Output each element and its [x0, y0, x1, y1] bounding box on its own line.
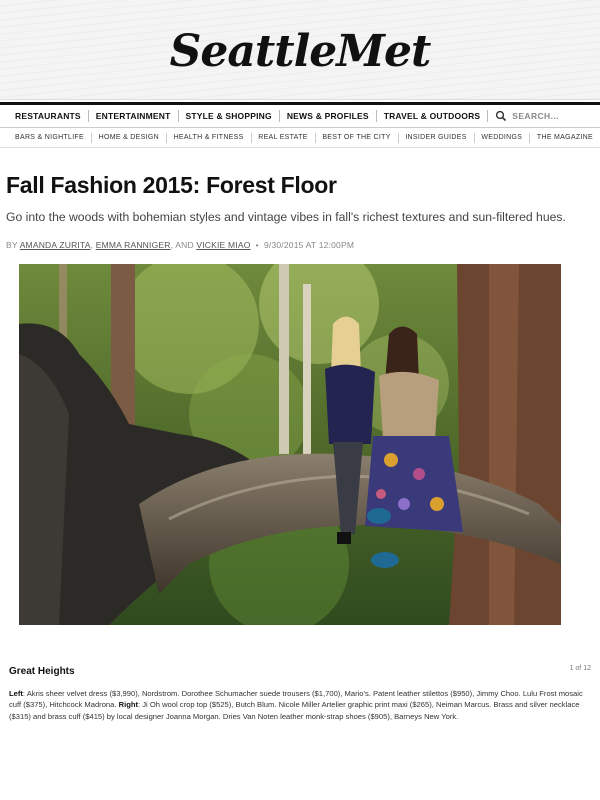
nav-item-entertainment[interactable]: ENTERTAINMENT [89, 105, 178, 127]
forest-scene-image [19, 264, 561, 625]
search-box [494, 109, 593, 123]
author-separator: , [90, 240, 94, 250]
primary-nav: RESTAURANTS ENTERTAINMENT STYLE & SHOPPI… [0, 102, 600, 128]
search-input[interactable] [512, 111, 593, 121]
nav-item-news-profiles[interactable]: NEWS & PROFILES [280, 105, 376, 127]
masthead: SeattleMet [0, 0, 600, 100]
article-title: Fall Fashion 2015: Forest Floor [6, 172, 337, 198]
subnav-item-best-of-the-city[interactable]: BEST OF THE CITY [315, 134, 397, 141]
author-separator: , AND [170, 240, 194, 250]
hero-photo[interactable] [19, 264, 561, 625]
slide-caption: Left: Akris sheer velvet dress ($3,990),… [9, 688, 594, 722]
subnav-item-health-fitness[interactable]: HEALTH & FITNESS [167, 134, 251, 141]
author-link[interactable]: AMANDA ZURITA [20, 240, 91, 250]
caption-right-label: Right [118, 700, 139, 710]
article-dek: Go into the woods with bohemian styles a… [6, 210, 566, 224]
nav-item-restaurants[interactable]: RESTAURANTS [8, 105, 88, 127]
secondary-nav: BARS & NIGHTLIFE HOME & DESIGN HEALTH & … [0, 128, 600, 148]
publish-date: 9/30/2015 AT 12:00PM [263, 240, 355, 250]
subnav-item-home-design[interactable]: HOME & DESIGN [92, 134, 166, 141]
subnav-item-the-magazine[interactable]: THE MAGAZINE [530, 134, 600, 141]
byline: BY AMANDA ZURITA, EMMA RANNIGER, AND VIC… [6, 240, 354, 250]
subnav-item-weddings[interactable]: WEDDINGS [474, 134, 529, 141]
nav-divider [487, 110, 489, 122]
byline-bullet: • [253, 240, 264, 250]
subnav-item-real-estate[interactable]: REAL ESTATE [251, 134, 314, 141]
subnav-item-bars-nightlife[interactable]: BARS & NIGHTLIFE [8, 134, 91, 141]
author-link[interactable]: EMMA RANNIGER [96, 240, 171, 250]
nav-item-travel-outdoors[interactable]: TRAVEL & OUTDOORS [377, 105, 488, 127]
slide-counter: 1 of 12 [569, 665, 591, 672]
site-logo[interactable]: SeattleMet [0, 26, 600, 77]
byline-prefix: BY [6, 240, 18, 250]
search-icon[interactable] [494, 109, 508, 123]
slide-title: Great Heights [9, 666, 75, 677]
caption-left-label: Left [9, 689, 23, 698]
nav-item-style-shopping[interactable]: STYLE & SHOPPING [179, 105, 279, 127]
subnav-item-insider-guides[interactable]: INSIDER GUIDES [398, 134, 473, 141]
author-link[interactable]: VICKIE MIAO [196, 240, 250, 250]
